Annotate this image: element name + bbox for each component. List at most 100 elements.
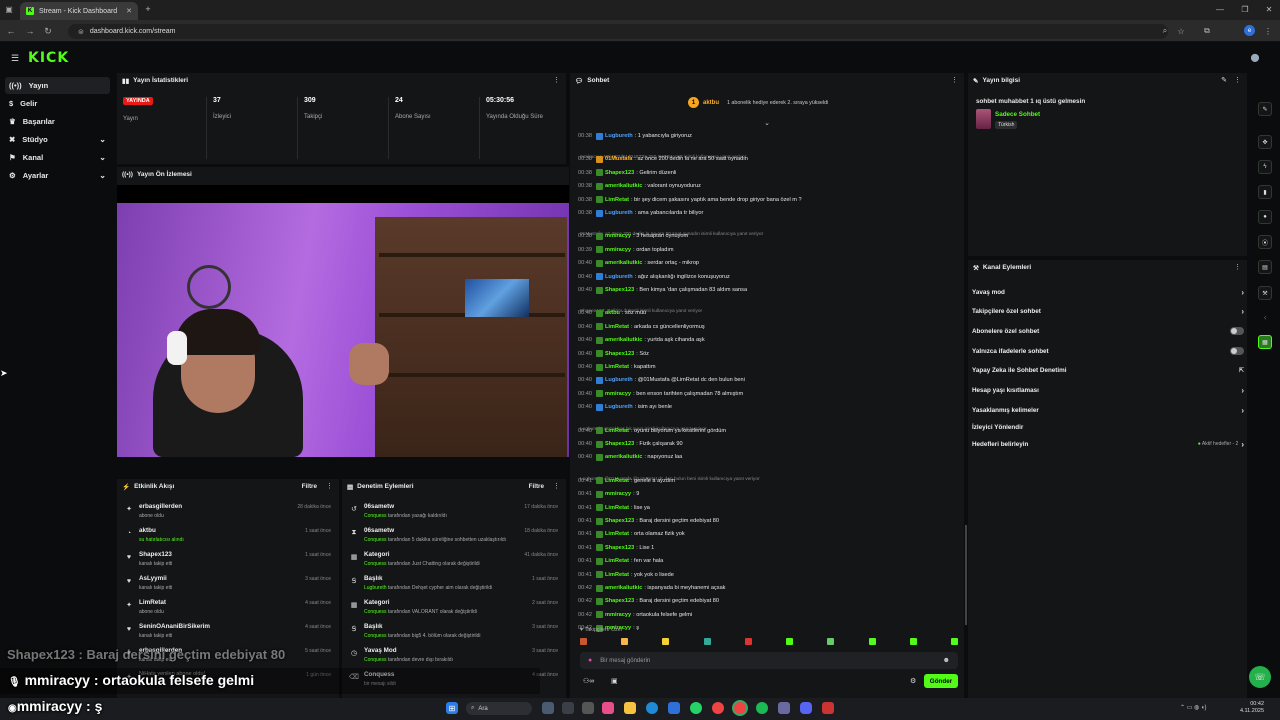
message-username[interactable]: LimRetat (605, 572, 629, 578)
emote-icon[interactable] (580, 638, 587, 645)
more-options-icon[interactable]: ⋮ (553, 76, 560, 84)
tray-icons[interactable]: ⌃ ▭ ◍ ◖) (1180, 704, 1207, 711)
message-username[interactable]: amerikaliutkic (605, 454, 642, 460)
help-chat-button[interactable]: ☏ (1249, 666, 1271, 688)
emote-only-toggle[interactable] (1230, 347, 1244, 355)
sidebar-item-basarilar[interactable]: ♛ Başarılar (5, 113, 110, 130)
action-ai-moderation[interactable]: Yapay Zeka ile Sohbet Denetimi ⇱ (972, 361, 1244, 379)
chat-message[interactable]: 00:41 Shapex123: Lise 1 (578, 542, 654, 554)
chat-message[interactable]: 00:38 amerikaliutkic: valorant oynuyoduru… (578, 180, 701, 192)
chat-message[interactable]: 00:40 aktbu: söz müü (578, 307, 646, 319)
chrome-active-icon[interactable] (734, 702, 746, 714)
message-username[interactable]: Lugbureth (605, 274, 633, 280)
chat-message[interactable]: 00:38 Shapex123: Gelirim düzenli (578, 167, 676, 179)
more-options-icon[interactable]: ⋮ (1234, 76, 1241, 84)
back-icon[interactable]: ← (5, 25, 17, 37)
emote-icon[interactable] (744, 638, 752, 645)
message-username[interactable]: LimRetat (605, 364, 629, 370)
chat-message[interactable]: 00:40 LimRetat: kapattım (578, 361, 656, 373)
message-username[interactable]: LimRetat (605, 478, 629, 484)
filter-button[interactable]: Filtre (529, 483, 544, 490)
message-username[interactable]: Lugbureth (605, 133, 633, 139)
message-username[interactable]: LimRetat (605, 197, 629, 203)
chat-message[interactable]: 00:41 LimRetat: fen var hala (578, 555, 663, 567)
chat-message[interactable]: 00:40 LimRetat: oyunu biliyorum ya kesitl… (578, 425, 726, 437)
more-options-icon[interactable]: ⋮ (951, 76, 958, 84)
rail-add-panel-icon[interactable]: ▦ (1258, 335, 1272, 349)
message-username[interactable]: Lugbureth (605, 210, 633, 216)
rail-bolt-icon[interactable]: ϟ (1258, 160, 1272, 174)
more-options-icon[interactable]: ⋮ (553, 482, 560, 490)
edge-icon[interactable] (646, 702, 658, 714)
rail-expand-icon[interactable]: ✥ (1258, 135, 1272, 149)
rail-share-icon[interactable]: ⁖ (1258, 311, 1272, 325)
windows-start-icon[interactable]: ⊞ (446, 702, 458, 714)
emote-icon[interactable] (621, 638, 629, 645)
message-username[interactable]: amerikaliutkic (605, 260, 642, 266)
chat-message[interactable]: 00:40 Lugbureth: isim ayı benle (578, 401, 672, 413)
expand-chevron-icon[interactable]: ⌄ (762, 119, 772, 127)
url-field[interactable]: ⊜ dashboard.kick.com/stream (68, 24, 1168, 39)
message-username[interactable]: Lugbureth (605, 377, 633, 383)
chat-message[interactable]: 00:40 Lugbureth: ağız alışkanlığı ingiliz… (578, 271, 730, 283)
action-followers-only[interactable]: Takipçilere özel sohbet › (972, 302, 1244, 320)
message-username[interactable]: Shapex123 (605, 545, 634, 551)
sidebar-item-studyo[interactable]: ✖ Stüdyo ⌄ (5, 131, 110, 148)
send-button[interactable]: Gönder (924, 674, 958, 688)
app-icon[interactable] (778, 702, 790, 714)
chat-message[interactable]: 00:39 mmiracyy: ordan topladım (578, 244, 674, 256)
hamburger-menu-icon[interactable]: ☰ (9, 52, 21, 64)
chat-scrollbar[interactable] (965, 525, 967, 625)
chat-message[interactable]: 00:38 LimRetat: bir şey dicem şakasını ya… (578, 194, 802, 206)
message-username[interactable]: Shapex123 (605, 351, 634, 357)
action-banned-words[interactable]: Yasaklanmış kelimeler › (972, 401, 1244, 419)
message-username[interactable]: mmiracyy (605, 491, 631, 497)
message-username[interactable]: Shapex123 (605, 518, 634, 524)
widgets-icon[interactable] (562, 702, 574, 714)
chat-message[interactable]: 00:41 LimRetat: lise ya (578, 502, 650, 514)
chat-message[interactable]: 00:38 01Mustafa: az önce 200 dedin la ne … (578, 153, 748, 165)
emote-icon[interactable] (827, 638, 835, 645)
site-info-icon[interactable]: ⊜ (78, 28, 84, 36)
category-name[interactable]: Sadece Sohbet (995, 111, 1040, 118)
message-username[interactable]: mmiracyy (605, 391, 631, 397)
message-username[interactable]: LimRetat (605, 558, 629, 564)
message-username[interactable]: Shapex123 (605, 170, 634, 176)
message-username[interactable]: amerikaliutkic (605, 183, 642, 189)
message-username[interactable]: aktbu (605, 310, 620, 316)
emote-icon[interactable] (662, 638, 670, 645)
spotify-icon[interactable] (756, 702, 768, 714)
action-set-goals[interactable]: Hedefleri belirleyin ● Aktif hedefler - 2… (972, 435, 1244, 453)
rail-document-icon[interactable]: ▮ (1258, 185, 1272, 199)
rail-wrench-icon[interactable]: ⚒ (1258, 286, 1272, 300)
chat-message[interactable]: 00:41 mmiracyy: 9 (578, 488, 639, 500)
chat-message[interactable]: 00:42 Shapex123: Baraj dersini geçtim ede… (578, 595, 719, 607)
message-username[interactable]: Shapex123 (605, 287, 634, 293)
emote-icon[interactable] (868, 638, 876, 645)
minimize-icon[interactable]: — (1215, 4, 1225, 14)
chat-message[interactable]: 00:41 Shapex123: Baraj dersini geçtim ede… (578, 515, 719, 527)
emote-icon[interactable] (703, 638, 711, 645)
extensions-icon[interactable]: ⧉ (1202, 26, 1212, 36)
app-icon[interactable] (582, 702, 594, 714)
chat-input-field[interactable]: ● Bir mesaj gönderin ☻ (580, 652, 958, 669)
action-slow-mode[interactable]: Yavaş mod › (972, 283, 1244, 301)
edit-icon[interactable]: ✎ (1221, 76, 1227, 84)
filter-button[interactable]: Filtre (302, 483, 317, 490)
emote-icon[interactable] (950, 638, 958, 645)
message-username[interactable]: Shapex123 (605, 441, 634, 447)
chat-message[interactable]: 00:41 LimRetat: orta olamaz fizik yok (578, 528, 685, 540)
chat-message[interactable]: 00:40 Shapex123: Ben kimya 'dan çalışmada… (578, 284, 747, 296)
profile-avatar-icon[interactable]: e (1244, 25, 1255, 36)
sidebar-item-kanal[interactable]: ⚑ Kanal ⌄ (5, 149, 110, 166)
chat-message[interactable]: 00:40 amerikaliutkic: yurtda aşk cihanda … (578, 334, 705, 346)
chat-settings-icon[interactable]: ⚙ (910, 677, 916, 685)
chat-message[interactable]: 00:38 Lugbureth: ama yabancılarda tr bili… (578, 207, 703, 219)
chat-message[interactable]: 00:40 Shapex123: Fizik çalışarak 90 (578, 438, 683, 450)
rail-layout-icon[interactable]: ▤ (1258, 260, 1272, 274)
chat-message[interactable]: 00:38 Lugbureth: 1 yabancıyla giriyoruz (578, 130, 692, 142)
message-username[interactable]: mmiracyy (605, 233, 631, 239)
message-username[interactable]: LimRetat (605, 324, 629, 330)
app-icon[interactable] (668, 702, 680, 714)
sidebar-item-ayarlar[interactable]: ⚙ Ayarlar ⌄ (5, 167, 110, 184)
